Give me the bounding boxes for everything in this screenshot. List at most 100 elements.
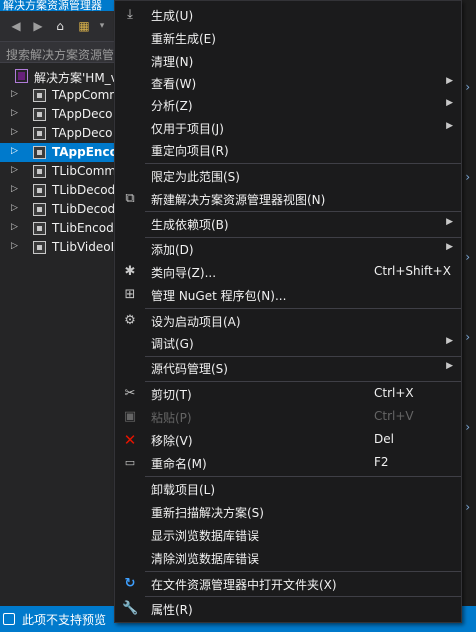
project-icon [33, 203, 46, 216]
tree-item-project[interactable]: ▷ TLibComm [0, 162, 114, 181]
home-icon[interactable]: ⌂ [52, 18, 68, 34]
menu-item-shortcut: Ctrl+V [374, 409, 414, 423]
menu-item-cut[interactable]: ✂ 剪切(T) Ctrl+X [116, 383, 461, 405]
menu-item-open-in-explorer[interactable]: ↻ 在文件资源管理器中打开文件夹(X) [116, 573, 461, 595]
expand-arrow-icon[interactable]: ▷ [11, 146, 18, 156]
submenu-arrow-icon: ▶ [446, 361, 453, 371]
search-box[interactable]: 搜索解决方案资源管 [0, 41, 114, 63]
project-icon [33, 222, 46, 235]
menu-item-label: 在文件资源管理器中打开文件夹(X) [151, 578, 337, 592]
menu-item-label: 调试(G) [151, 337, 194, 351]
expand-arrow-icon[interactable]: ▷ [11, 108, 18, 118]
expand-arrow-icon[interactable]: ▷ [11, 89, 18, 99]
expand-arrow-icon[interactable]: ▷ [11, 203, 18, 213]
solution-icon [15, 69, 28, 83]
menu-separator [145, 211, 461, 212]
tree-item-project[interactable]: ▷ TAppDeco [0, 105, 114, 124]
paste-icon: ▣ [123, 409, 137, 424]
project-icon [33, 184, 46, 197]
tree-item-project[interactable]: ▷ TLibDecod [0, 200, 114, 219]
menu-item-label: 类向导(Z)... [151, 266, 217, 280]
tree-item-solution[interactable]: 解决方案'HM_v [0, 67, 114, 86]
project-icon [33, 127, 46, 140]
context-menu: ⤓ 生成(U) 重新生成(E) 清理(N) 查看(W) ▶ 分析(Z) ▶ 仅用… [114, 0, 462, 623]
menu-item-label: 管理 NuGet 程序包(N)... [151, 289, 287, 303]
submenu-arrow-icon: ▶ [446, 217, 453, 227]
menu-item-debug[interactable]: 调试(G) ▶ [116, 332, 461, 354]
tree-item-project[interactable]: ▷ TLibEncod [0, 219, 114, 238]
tree-item-project[interactable]: ▷ TAppComm [0, 86, 114, 105]
tree-item-project-selected[interactable]: ▷ TAppEnco [0, 143, 114, 162]
menu-item-label: 分析(Z) [151, 99, 193, 113]
menu-item-retarget[interactable]: 重定向项目(R) [116, 139, 461, 161]
menu-separator [145, 476, 461, 477]
menu-item-label: 生成(U) [151, 9, 194, 23]
remove-icon: ✕ [123, 431, 137, 449]
menu-item-properties[interactable]: 🔧 属性(R) [116, 598, 461, 620]
menu-item-unload[interactable]: 卸载项目(L) [116, 478, 461, 500]
menu-item-label: 设为启动项目(A) [151, 315, 241, 329]
menu-item-label: 剪切(T) [151, 388, 192, 402]
menu-item-label: 属性(R) [151, 603, 193, 617]
editor-edge-glyph: › [464, 250, 472, 264]
expand-arrow-icon[interactable]: ▷ [11, 241, 18, 251]
project-icon [33, 108, 46, 121]
menu-item-label: 重新生成(E) [151, 32, 216, 46]
menu-item-add[interactable]: 添加(D) ▶ [116, 238, 461, 260]
sync-view-icon[interactable]: ▦ [76, 18, 92, 34]
editor-edge-glyph: › [464, 80, 472, 94]
tree-item-label: TLibDecod [52, 183, 114, 197]
menu-item-rescan[interactable]: 重新扫描解决方案(S) [116, 501, 461, 523]
menu-item-shortcut: Ctrl+X [374, 386, 414, 400]
menu-item-build-dependencies[interactable]: 生成依赖项(B) ▶ [116, 213, 461, 235]
editor-edge-glyph: › [464, 500, 472, 514]
menu-separator [145, 308, 461, 309]
panel-toolbar: ◀ ▶ ⌂ ▦ ▾ [0, 11, 114, 41]
rename-icon: ▭ [124, 456, 136, 469]
expand-arrow-icon[interactable]: ▷ [11, 222, 18, 232]
menu-item-label: 重命名(M) [151, 457, 207, 471]
menu-item-label: 显示浏览数据库错误 [151, 529, 260, 543]
menu-item-label: 重新扫描解决方案(S) [151, 506, 264, 520]
tree-item-label: TAppDeco [52, 126, 113, 140]
menu-item-analyze[interactable]: 分析(Z) ▶ [116, 94, 461, 116]
menu-item-new-view[interactable]: ⧉ 新建解决方案资源管理器视图(N) [116, 188, 461, 210]
expand-arrow-icon[interactable]: ▷ [11, 165, 18, 175]
menu-item-class-wizard[interactable]: ✱ 类向导(Z)... Ctrl+Shift+X [116, 261, 461, 283]
menu-item-source-control[interactable]: 源代码管理(S) ▶ [116, 357, 461, 379]
menu-item-label: 仅用于项目(J) [151, 122, 224, 136]
tree-item-project[interactable]: ▷ TAppDeco [0, 124, 114, 143]
expand-arrow-icon[interactable]: ▷ [11, 184, 18, 194]
menu-item-label: 清理(N) [151, 55, 194, 69]
menu-item-rebuild[interactable]: 重新生成(E) [116, 27, 461, 49]
expand-arrow-icon[interactable]: ▷ [11, 127, 18, 137]
project-icon [33, 165, 46, 178]
menu-item-label: 移除(V) [151, 434, 193, 448]
tree-item-project[interactable]: ▷ TLibVideoI [0, 238, 114, 257]
submenu-arrow-icon: ▶ [446, 336, 453, 346]
menu-separator [145, 571, 461, 572]
menu-item-manage-nuget[interactable]: ⊞ 管理 NuGet 程序包(N)... [116, 284, 461, 306]
tree-item-label: TLibComm [52, 164, 114, 178]
menu-item-view[interactable]: 查看(W) ▶ [116, 72, 461, 94]
menu-item-project-only[interactable]: 仅用于项目(J) ▶ [116, 117, 461, 139]
submenu-arrow-icon: ▶ [446, 98, 453, 108]
dropdown-arrow-icon[interactable]: ▾ [94, 18, 110, 34]
menu-item-scope-to-this[interactable]: 限定为此范围(S) [116, 165, 461, 187]
nuget-icon: ⊞ [124, 287, 136, 302]
menu-item-build[interactable]: ⤓ 生成(U) [116, 4, 461, 26]
tree-item-project[interactable]: ▷ TLibDecod [0, 181, 114, 200]
menu-item-remove[interactable]: ✕ 移除(V) Del [116, 429, 461, 451]
menu-item-label: 重定向项目(R) [151, 144, 229, 158]
menu-item-clean[interactable]: 清理(N) [116, 50, 461, 72]
menu-item-shortcut: Del [374, 432, 394, 446]
back-icon[interactable]: ◀ [8, 18, 24, 34]
gear-icon: ⚙ [124, 313, 136, 328]
menu-item-clear-db-errors[interactable]: 清除浏览数据库错误 [116, 547, 461, 569]
build-icon: ⤓ [127, 7, 133, 22]
menu-item-set-startup[interactable]: ⚙ 设为启动项目(A) [116, 310, 461, 332]
menu-item-rename[interactable]: ▭ 重命名(M) F2 [116, 452, 461, 474]
forward-icon[interactable]: ▶ [30, 18, 46, 34]
panel-title: 解决方案资源管理器 [3, 0, 102, 11]
menu-item-show-db-errors[interactable]: 显示浏览数据库错误 [116, 524, 461, 546]
